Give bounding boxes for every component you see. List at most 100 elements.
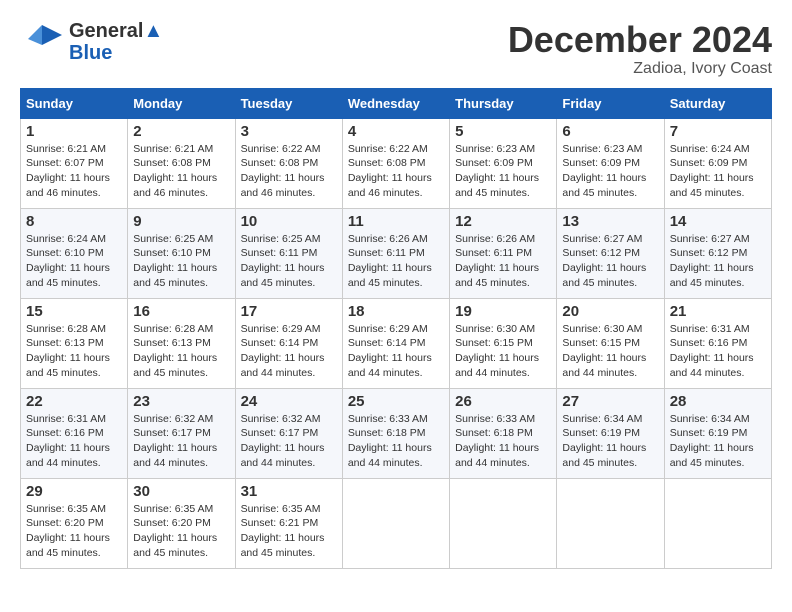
day-info: Sunrise: 6:34 AM Sunset: 6:19 PM Dayligh… (670, 412, 766, 471)
day-number: 6 (562, 123, 658, 140)
day-info: Sunrise: 6:27 AM Sunset: 6:12 PM Dayligh… (670, 232, 766, 291)
day-info: Sunrise: 6:31 AM Sunset: 6:16 PM Dayligh… (670, 322, 766, 381)
day-info: Sunrise: 6:33 AM Sunset: 6:18 PM Dayligh… (348, 412, 444, 471)
calendar-cell: 20Sunrise: 6:30 AM Sunset: 6:15 PM Dayli… (557, 298, 664, 388)
day-info: Sunrise: 6:23 AM Sunset: 6:09 PM Dayligh… (455, 142, 551, 201)
day-number: 2 (133, 123, 229, 140)
day-number: 31 (241, 483, 337, 500)
calendar-cell (342, 478, 449, 568)
header-day: Saturday (664, 88, 771, 118)
calendar-cell: 11 Sunrise: 6:26 AM Sunset: 6:11 PM Dayli… (342, 208, 449, 298)
day-info: Sunrise: 6:30 AM Sunset: 6:15 PM Dayligh… (455, 322, 551, 381)
day-info: Sunrise: 6:22 AM Sunset: 6:08 PM Dayligh… (348, 142, 444, 201)
calendar-cell (664, 478, 771, 568)
calendar-cell: 4 Sunrise: 6:22 AM Sunset: 6:08 PM Daylig… (342, 118, 449, 208)
calendar-cell: 6 Sunrise: 6:23 AM Sunset: 6:09 PM Daylig… (557, 118, 664, 208)
calendar-cell (557, 478, 664, 568)
calendar-cell: 28 Sunrise: 6:34 AM Sunset: 6:19 PM Dayli… (664, 388, 771, 478)
day-info: Sunrise: 6:26 AM Sunset: 6:11 PM Dayligh… (455, 232, 551, 291)
calendar-cell: 17 Sunrise: 6:29 AM Sunset: 6:14 PM Dayli… (235, 298, 342, 388)
calendar-header: SundayMondayTuesdayWednesdayThursdayFrid… (21, 88, 772, 118)
calendar-cell: 30 Sunrise: 6:35 AM Sunset: 6:20 PM Dayli… (128, 478, 235, 568)
day-number: 10 (241, 213, 337, 230)
calendar-week: 29 Sunrise: 6:35 AM Sunset: 6:20 PM Dayli… (21, 478, 772, 568)
day-number: 9 (133, 213, 229, 230)
day-info: Sunrise: 6:29 AM Sunset: 6:14 PM Dayligh… (348, 322, 444, 381)
day-info: Sunrise: 6:23 AM Sunset: 6:09 PM Dayligh… (562, 142, 658, 201)
day-info: Sunrise: 6:24 AM Sunset: 6:10 PM Dayligh… (26, 232, 122, 291)
header-row: SundayMondayTuesdayWednesdayThursdayFrid… (21, 88, 772, 118)
day-number: 13 (562, 213, 658, 230)
logo: General▲ Blue (20, 20, 163, 64)
day-info: Sunrise: 6:32 AM Sunset: 6:17 PM Dayligh… (133, 412, 229, 471)
calendar-week: 22 Sunrise: 6:31 AM Sunset: 6:16 PM Dayli… (21, 388, 772, 478)
day-number: 16 (133, 303, 229, 320)
calendar-cell: 12 Sunrise: 6:26 AM Sunset: 6:11 PM Dayli… (450, 208, 557, 298)
title-block: December 2024 Zadioa, Ivory Coast (508, 20, 772, 78)
day-number: 22 (26, 393, 122, 410)
day-number: 4 (348, 123, 444, 140)
day-number: 12 (455, 213, 551, 230)
calendar-body: 1 Sunrise: 6:21 AM Sunset: 6:07 PM Daylig… (21, 118, 772, 568)
calendar-cell: 10 Sunrise: 6:25 AM Sunset: 6:11 PM Dayli… (235, 208, 342, 298)
day-info: Sunrise: 6:31 AM Sunset: 6:16 PM Dayligh… (26, 412, 122, 471)
calendar-cell: 21 Sunrise: 6:31 AM Sunset: 6:16 PM Dayli… (664, 298, 771, 388)
day-info: Sunrise: 6:33 AM Sunset: 6:18 PM Dayligh… (455, 412, 551, 471)
calendar-cell: 13 Sunrise: 6:27 AM Sunset: 6:12 PM Dayli… (557, 208, 664, 298)
day-info: Sunrise: 6:25 AM Sunset: 6:11 PM Dayligh… (241, 232, 337, 291)
day-number: 17 (241, 303, 337, 320)
day-info: Sunrise: 6:21 AM Sunset: 6:08 PM Dayligh… (133, 142, 229, 201)
day-number: 25 (348, 393, 444, 410)
day-info: Sunrise: 6:24 AM Sunset: 6:09 PM Dayligh… (670, 142, 766, 201)
calendar-cell: 18 Sunrise: 6:29 AM Sunset: 6:14 PM Dayli… (342, 298, 449, 388)
calendar-cell: 8 Sunrise: 6:24 AM Sunset: 6:10 PM Daylig… (21, 208, 128, 298)
day-number: 15 (26, 303, 122, 320)
day-info: Sunrise: 6:35 AM Sunset: 6:20 PM Dayligh… (26, 502, 122, 561)
calendar-cell: 22 Sunrise: 6:31 AM Sunset: 6:16 PM Dayli… (21, 388, 128, 478)
calendar-cell: 15 Sunrise: 6:28 AM Sunset: 6:13 PM Dayli… (21, 298, 128, 388)
day-info: Sunrise: 6:21 AM Sunset: 6:07 PM Dayligh… (26, 142, 122, 201)
calendar-cell: 24 Sunrise: 6:32 AM Sunset: 6:17 PM Dayli… (235, 388, 342, 478)
calendar-cell: 9 Sunrise: 6:25 AM Sunset: 6:10 PM Daylig… (128, 208, 235, 298)
day-number: 14 (670, 213, 766, 230)
calendar-cell: 7Sunrise: 6:24 AM Sunset: 6:09 PM Daylig… (664, 118, 771, 208)
day-number: 30 (133, 483, 229, 500)
calendar-table: SundayMondayTuesdayWednesdayThursdayFrid… (20, 88, 772, 569)
calendar-week: 15 Sunrise: 6:28 AM Sunset: 6:13 PM Dayli… (21, 298, 772, 388)
day-info: Sunrise: 6:28 AM Sunset: 6:13 PM Dayligh… (133, 322, 229, 381)
day-number: 28 (670, 393, 766, 410)
header-day: Tuesday (235, 88, 342, 118)
day-number: 29 (26, 483, 122, 500)
day-number: 20 (562, 303, 658, 320)
day-number: 21 (670, 303, 766, 320)
day-info: Sunrise: 6:35 AM Sunset: 6:20 PM Dayligh… (133, 502, 229, 561)
day-number: 26 (455, 393, 551, 410)
calendar-cell: 26 Sunrise: 6:33 AM Sunset: 6:18 PM Dayli… (450, 388, 557, 478)
page-header: General▲ Blue December 2024 Zadioa, Ivor… (20, 20, 772, 78)
day-info: Sunrise: 6:26 AM Sunset: 6:11 PM Dayligh… (348, 232, 444, 291)
day-number: 27 (562, 393, 658, 410)
calendar-cell: 2 Sunrise: 6:21 AM Sunset: 6:08 PM Daylig… (128, 118, 235, 208)
day-info: Sunrise: 6:28 AM Sunset: 6:13 PM Dayligh… (26, 322, 122, 381)
calendar-cell: 14 Sunrise: 6:27 AM Sunset: 6:12 PM Dayli… (664, 208, 771, 298)
calendar-cell: 5Sunrise: 6:23 AM Sunset: 6:09 PM Daylig… (450, 118, 557, 208)
day-info: Sunrise: 6:34 AM Sunset: 6:19 PM Dayligh… (562, 412, 658, 471)
month-title: December 2024 (508, 20, 772, 60)
calendar-cell: 27 Sunrise: 6:34 AM Sunset: 6:19 PM Dayli… (557, 388, 664, 478)
day-info: Sunrise: 6:25 AM Sunset: 6:10 PM Dayligh… (133, 232, 229, 291)
location-subtitle: Zadioa, Ivory Coast (508, 60, 772, 78)
day-number: 23 (133, 393, 229, 410)
day-number: 24 (241, 393, 337, 410)
day-info: Sunrise: 6:27 AM Sunset: 6:12 PM Dayligh… (562, 232, 658, 291)
calendar-cell: 23 Sunrise: 6:32 AM Sunset: 6:17 PM Dayli… (128, 388, 235, 478)
day-info: Sunrise: 6:35 AM Sunset: 6:21 PM Dayligh… (241, 502, 337, 561)
calendar-cell: 1 Sunrise: 6:21 AM Sunset: 6:07 PM Daylig… (21, 118, 128, 208)
day-number: 1 (26, 123, 122, 140)
day-number: 18 (348, 303, 444, 320)
day-info: Sunrise: 6:32 AM Sunset: 6:17 PM Dayligh… (241, 412, 337, 471)
day-number: 8 (26, 213, 122, 230)
header-day: Friday (557, 88, 664, 118)
calendar-cell: 25 Sunrise: 6:33 AM Sunset: 6:18 PM Dayli… (342, 388, 449, 478)
day-info: Sunrise: 6:29 AM Sunset: 6:14 PM Dayligh… (241, 322, 337, 381)
day-number: 11 (348, 213, 444, 230)
